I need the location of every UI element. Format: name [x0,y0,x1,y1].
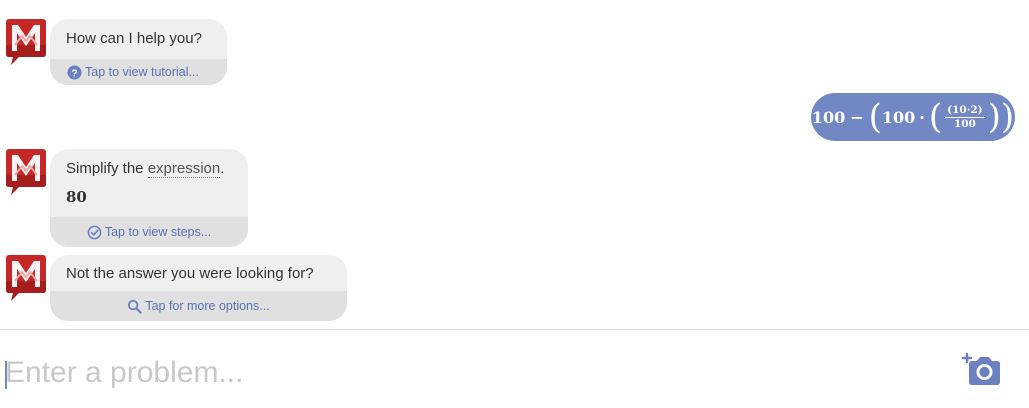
tutorial-label: Tap to view tutorial... [85,65,199,79]
tutorial-link[interactable]: ? Tap to view tutorial... [50,59,227,85]
message-text-before: Simplify the [66,160,148,177]
user-expression-bubble[interactable]: 100 − ( 100 · ( (10·2) 100 ) ) [811,93,1015,141]
expr-term-b: 100 [881,107,916,127]
answer-value: 80 [66,188,87,206]
search-icon [127,299,142,314]
message-text: Not the answer you were looking for? [66,265,314,282]
mathway-logo-icon [5,148,47,196]
paren-close-outer: ) [1000,97,1015,137]
problem-input[interactable] [5,350,905,396]
view-steps-link[interactable]: Tap to view steps... [50,217,248,247]
fraction: (10·2) 100 [945,104,985,131]
camera-plus-icon[interactable] [961,350,1004,388]
expression-term-link[interactable]: expression [147,160,221,178]
fraction-numerator: (10·2) [945,103,985,118]
check-circle-icon [87,225,102,240]
message-text-after: . [220,160,225,177]
mathway-logo-icon [5,254,47,302]
paren-open-inner: ( [928,97,943,137]
bot-message-answer: Simplify the expression. 80 Tap to view … [50,149,248,247]
mathway-logo-icon [5,18,47,66]
expr-term-a: 100 [811,107,846,127]
chat-area: How can I help you? ? Tap to view tutori… [0,0,1029,329]
question-circle-icon: ? [67,64,82,80]
paren-close-inner: ) [987,97,1001,137]
expr-minus: − [850,107,864,127]
bot-message-greeting: How can I help you? ? Tap to view tutori… [50,19,227,85]
problem-input-area [0,330,1029,408]
svg-text:?: ? [71,68,77,79]
more-options-label: Tap for more options... [145,299,270,313]
paren-open-outer: ( [868,97,882,137]
fraction-denominator: 100 [953,117,976,130]
message-text: How can I help you? [66,30,202,47]
expr-dot: · [919,107,925,127]
view-steps-label: Tap to view steps... [104,225,212,239]
more-options-link[interactable]: Tap for more options... [50,291,347,321]
message-text: Simplify the expression. [50,149,248,189]
bot-message-followup: Not the answer you were looking for? Tap… [50,255,347,321]
